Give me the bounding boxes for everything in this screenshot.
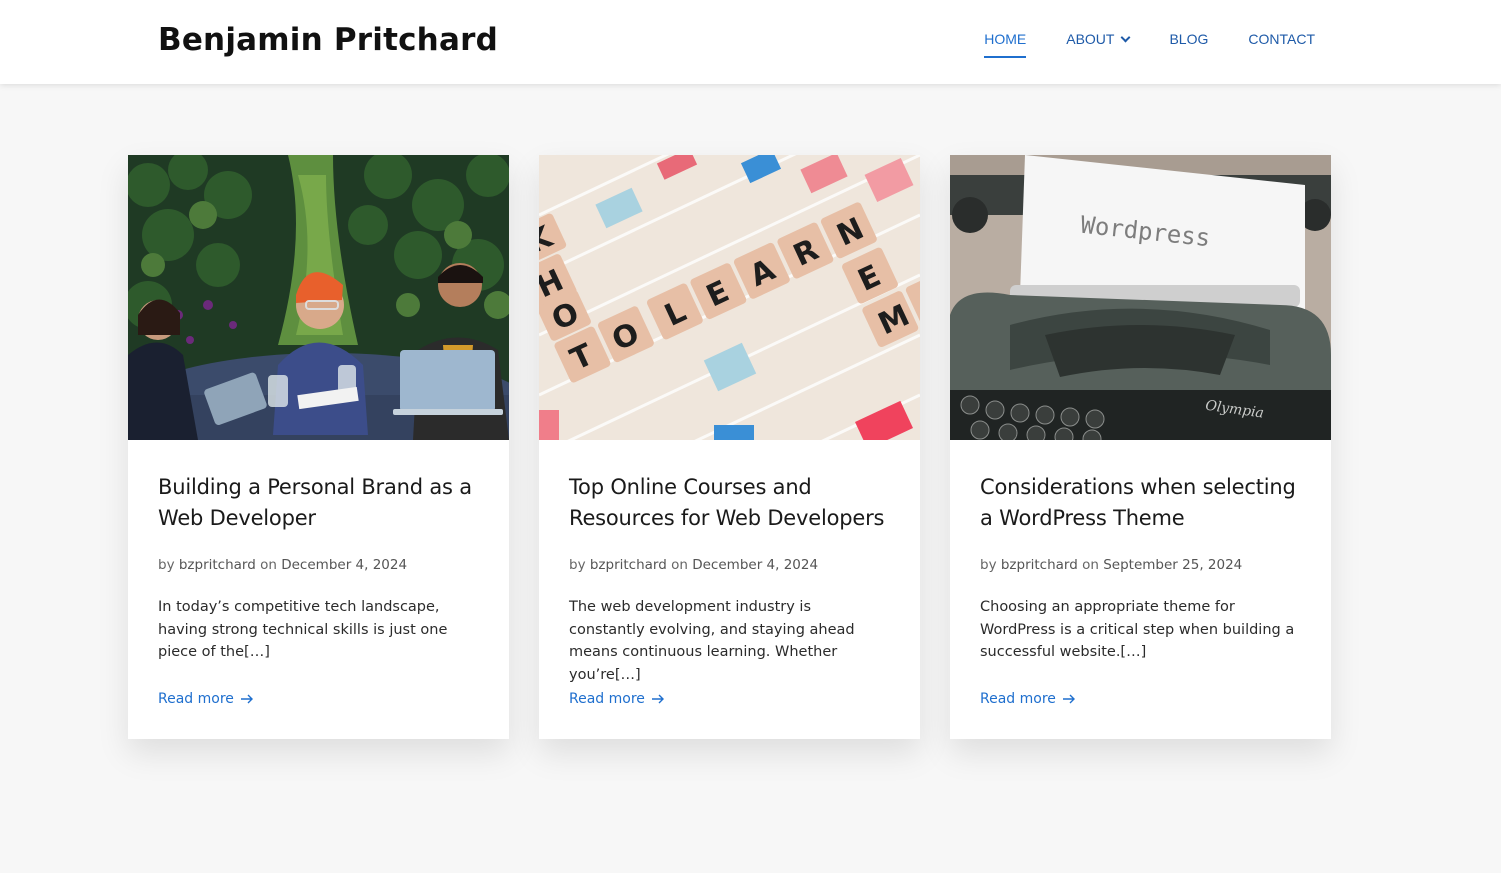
post-author[interactable]: bzpritchard <box>179 557 256 573</box>
meta-on: on <box>671 557 688 573</box>
post-author[interactable]: bzpritchard <box>590 557 667 573</box>
nav-home[interactable]: HOME <box>984 30 1027 58</box>
post-title[interactable]: Considerations when selecting a WordPres… <box>980 472 1301 534</box>
read-more-label: Read more <box>980 691 1056 707</box>
post-card: T O L E A R N H O K E M Top Online Cours… <box>539 155 920 739</box>
meta-on: on <box>260 557 277 573</box>
post-excerpt: In today’s competitive tech landscape, h… <box>158 599 448 660</box>
read-more-label: Read more <box>569 691 645 707</box>
nav-about[interactable]: ABOUT <box>1066 30 1131 58</box>
nav-about-label: ABOUT <box>1066 31 1115 47</box>
post-thumbnail-team-meeting[interactable] <box>128 155 509 440</box>
meta-by: by <box>158 557 175 573</box>
meta-by: by <box>980 557 997 573</box>
main-nav: HOME ABOUT BLOG CONTACT <box>984 30 1315 58</box>
post-meta: by bzpritchard on December 4, 2024 <box>569 556 890 574</box>
post-card: Building a Personal Brand as a Web Devel… <box>128 155 509 739</box>
site-title[interactable]: Benjamin Pritchard <box>158 20 498 60</box>
read-more-label: Read more <box>158 691 234 707</box>
post-card: Wordpress Olympia Considerations when se… <box>950 155 1331 739</box>
arrow-right-icon <box>1062 694 1075 704</box>
post-title[interactable]: Top Online Courses and Resources for Web… <box>569 472 890 534</box>
read-more-link[interactable]: Read more <box>980 691 1076 707</box>
post-meta: by bzpritchard on December 4, 2024 <box>158 556 479 574</box>
post-excerpt: The web development industry is constant… <box>569 599 855 683</box>
read-more-link[interactable]: Read more <box>158 691 254 707</box>
chevron-down-icon <box>1121 32 1131 43</box>
post-date[interactable]: December 4, 2024 <box>281 557 407 573</box>
arrow-right-icon <box>240 694 253 704</box>
site-header: Benjamin Pritchard HOME ABOUT BLOG CONTA… <box>0 0 1501 84</box>
post-title[interactable]: Building a Personal Brand as a Web Devel… <box>158 472 479 534</box>
post-grid: Building a Personal Brand as a Web Devel… <box>128 155 1331 739</box>
post-meta: by bzpritchard on September 25, 2024 <box>980 556 1301 574</box>
post-thumbnail-scrabble[interactable]: T O L E A R N H O K E M <box>539 155 920 440</box>
post-thumbnail-typewriter[interactable]: Wordpress Olympia <box>950 155 1331 440</box>
nav-blog[interactable]: BLOG <box>1169 30 1208 58</box>
nav-contact[interactable]: CONTACT <box>1248 30 1315 58</box>
post-author[interactable]: bzpritchard <box>1001 557 1078 573</box>
arrow-right-icon <box>651 694 664 704</box>
meta-on: on <box>1082 557 1099 573</box>
read-more-link[interactable]: Read more <box>569 691 665 707</box>
meta-by: by <box>569 557 586 573</box>
post-date[interactable]: December 4, 2024 <box>692 557 818 573</box>
post-date[interactable]: September 25, 2024 <box>1103 557 1242 573</box>
post-excerpt: Choosing an appropriate theme for WordPr… <box>980 599 1295 660</box>
